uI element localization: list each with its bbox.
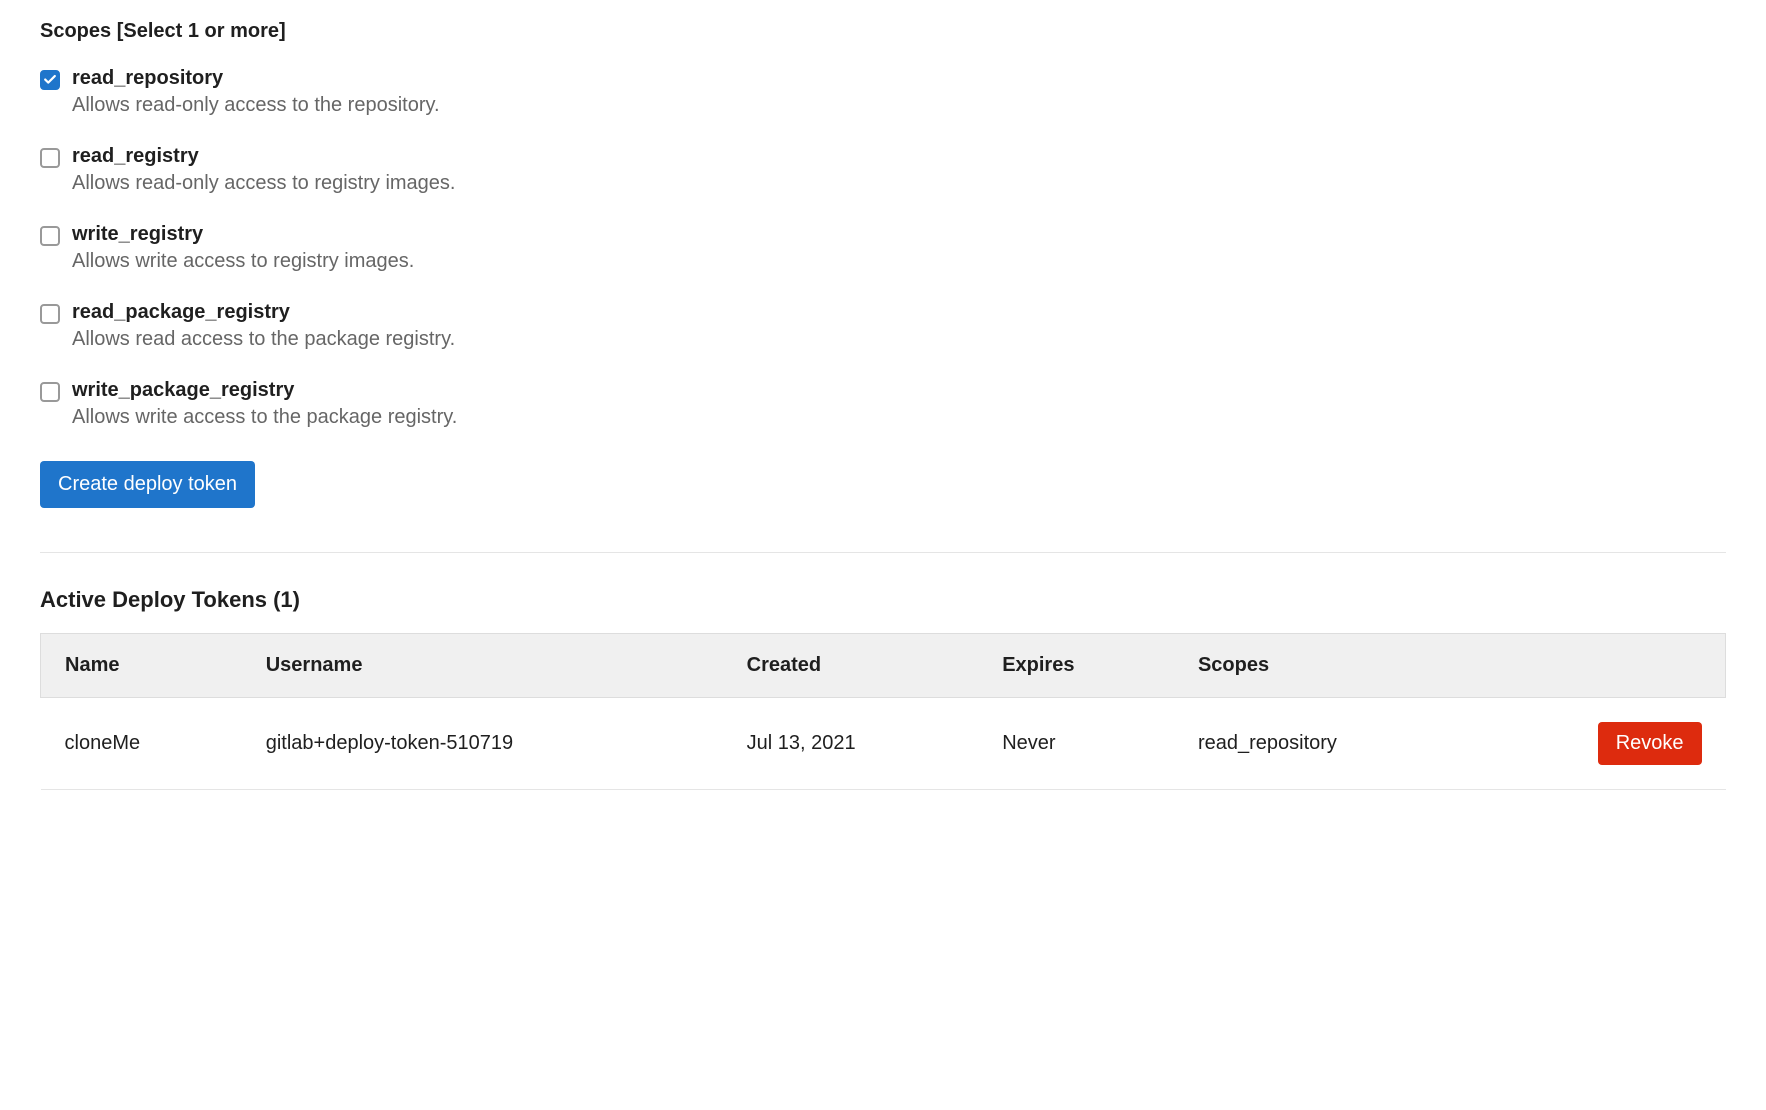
token-created-cell: Jul 13, 2021	[723, 698, 979, 790]
create-deploy-token-button[interactable]: Create deploy token	[40, 461, 255, 508]
scope-item-write-registry: write_registry Allows write access to re…	[40, 223, 1726, 273]
token-expires-cell: Never	[978, 698, 1174, 790]
deploy-tokens-table: Name Username Created Expires Scopes clo…	[40, 633, 1726, 790]
scope-name-read-repository[interactable]: read_repository	[72, 67, 440, 90]
scope-name-write-registry[interactable]: write_registry	[72, 223, 414, 246]
active-tokens-heading: Active Deploy Tokens (1)	[40, 587, 1726, 613]
column-header-created: Created	[723, 634, 979, 698]
scope-name-read-package-registry[interactable]: read_package_registry	[72, 301, 455, 324]
token-actions-cell: Revoke	[1478, 698, 1725, 790]
scope-desc-write-registry: Allows write access to registry images.	[72, 250, 414, 273]
scope-checkbox-read-registry[interactable]	[40, 148, 60, 168]
column-header-name: Name	[41, 634, 242, 698]
revoke-button[interactable]: Revoke	[1598, 722, 1702, 765]
token-scopes-cell: read_repository	[1174, 698, 1478, 790]
scope-desc-read-registry: Allows read-only access to registry imag…	[72, 172, 455, 195]
scope-name-read-registry[interactable]: read_registry	[72, 145, 455, 168]
scope-item-read-repository: read_repository Allows read-only access …	[40, 67, 1726, 117]
scope-checkbox-read-repository[interactable]	[40, 70, 60, 90]
table-row: cloneMe gitlab+deploy-token-510719 Jul 1…	[41, 698, 1726, 790]
table-header-row: Name Username Created Expires Scopes	[41, 634, 1726, 698]
checkmark-icon	[43, 73, 57, 87]
token-name-cell: cloneMe	[41, 698, 242, 790]
scope-name-write-package-registry[interactable]: write_package_registry	[72, 379, 457, 402]
column-header-username: Username	[242, 634, 723, 698]
scope-item-write-package-registry: write_package_registry Allows write acce…	[40, 379, 1726, 429]
scopes-heading: Scopes [Select 1 or more]	[40, 20, 1726, 43]
scope-item-read-registry: read_registry Allows read-only access to…	[40, 145, 1726, 195]
column-header-actions	[1478, 634, 1725, 698]
scope-desc-read-repository: Allows read-only access to the repositor…	[72, 94, 440, 117]
scope-desc-read-package-registry: Allows read access to the package regist…	[72, 328, 455, 351]
column-header-scopes: Scopes	[1174, 634, 1478, 698]
scope-desc-write-package-registry: Allows write access to the package regis…	[72, 406, 457, 429]
scope-item-read-package-registry: read_package_registry Allows read access…	[40, 301, 1726, 351]
column-header-expires: Expires	[978, 634, 1174, 698]
scope-checkbox-write-registry[interactable]	[40, 226, 60, 246]
scope-checkbox-write-package-registry[interactable]	[40, 382, 60, 402]
token-username-cell: gitlab+deploy-token-510719	[242, 698, 723, 790]
scope-checkbox-read-package-registry[interactable]	[40, 304, 60, 324]
section-divider	[40, 552, 1726, 553]
